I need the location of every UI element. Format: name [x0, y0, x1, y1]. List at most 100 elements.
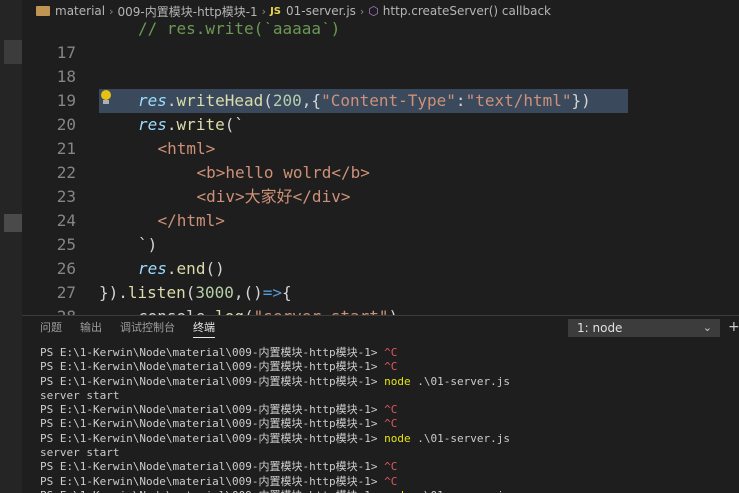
- terminal-prompt: PS E:\1-Kerwin\Node\material\009-内置模块-ht…: [40, 474, 385, 488]
- line-number: 18: [56, 67, 76, 86]
- terminal-line: PS E:\1-Kerwin\Node\material\009-内置模块-ht…: [40, 432, 735, 446]
- code-line[interactable]: 23 <div>大家好</div>: [22, 185, 739, 209]
- terminal-line: server start: [40, 389, 735, 403]
- code-token: <div>大家好</div>: [196, 187, 351, 206]
- code-line[interactable]: 19 res.writeHead(200,{"Content-Type":"tex…: [22, 89, 739, 113]
- code-text: <div>大家好</div>: [197, 185, 351, 209]
- terminal-prompt: server start: [40, 388, 120, 402]
- activity-bar-marker: [4, 40, 22, 64]
- code-line[interactable]: 24 </html>: [22, 209, 739, 233]
- terminal-line: PS E:\1-Kerwin\Node\material\009-内置模块-ht…: [40, 346, 735, 360]
- breadcrumb: material › 009-内置模块-http模块-1 › JS 01-ser…: [22, 0, 739, 22]
- code-token: "server start": [254, 307, 389, 315]
- line-number: 23: [56, 187, 76, 206]
- panel-tab-2[interactable]: 调试控制台: [120, 316, 175, 340]
- breadcrumb-item-folder[interactable]: 009-内置模块-http模块-1: [118, 3, 258, 20]
- code-line[interactable]: 20 res.write(`: [22, 113, 739, 137]
- terminal-prompt: PS E:\1-Kerwin\Node\material\009-内置模块-ht…: [40, 417, 385, 431]
- line-number: 24: [56, 211, 76, 230]
- code-text: </html>: [158, 209, 225, 233]
- code-token: .: [166, 115, 177, 134]
- code-token: res: [138, 115, 167, 134]
- terminal-prompt: PS E:\1-Kerwin\Node\material\009-内置模块-ht…: [40, 489, 384, 493]
- terminal-prompt: PS E:\1-Kerwin\Node\material\009-内置模块-ht…: [40, 374, 385, 388]
- code-line[interactable]: 22 <b>hello wolrd</b>: [22, 161, 739, 185]
- code-text: // res.write(`aaaaa`): [138, 22, 340, 41]
- code-token: }).: [99, 283, 128, 302]
- code-token: (): [205, 259, 225, 278]
- line-number: 26: [56, 259, 76, 278]
- method-cube-icon: ⬡: [368, 4, 379, 18]
- terminal-arg: .\01-server.js: [410, 431, 510, 445]
- terminal-prompt: PS E:\1-Kerwin\Node\material\009-内置模块-ht…: [40, 431, 385, 445]
- bottom-panel: 问题 输出 调试控制台 终端 1: node ⌄ + PS E:\1-Kerwin\N…: [22, 315, 739, 493]
- panel-tab-3[interactable]: 终端: [193, 316, 215, 340]
- code-token: (: [244, 307, 254, 315]
- line-number: 27: [56, 283, 76, 302]
- code-line[interactable]: 17: [22, 41, 739, 65]
- code-token: =>: [262, 283, 283, 302]
- code-token: (: [263, 91, 273, 110]
- code-line[interactable]: 25 `): [22, 233, 739, 257]
- terminal-arg: .\01-server.js: [411, 489, 510, 493]
- code-token: }): [571, 91, 591, 110]
- code-token: listen: [127, 283, 186, 302]
- code-token: end: [176, 259, 206, 278]
- code-text: }).listen(3000,()=>{: [99, 281, 292, 305]
- code-token: :: [455, 91, 466, 110]
- code-text: <html>: [158, 137, 216, 161]
- terminal-line: PS E:\1-Kerwin\Node\material\009-内置模块-ht…: [40, 417, 735, 431]
- breadcrumb-item-symbol[interactable]: http.createServer() callback: [383, 4, 551, 18]
- code-line[interactable]: 26 res.end(): [22, 257, 739, 281]
- code-token: 3000: [195, 283, 234, 302]
- chevron-down-icon: ⌄: [702, 321, 712, 334]
- code-line[interactable]: 21 <html>: [22, 137, 739, 161]
- line-number: 19: [56, 91, 76, 110]
- code-token: `): [138, 235, 158, 254]
- code-token: res: [138, 91, 167, 110]
- terminal-line: PS E:\1-Kerwin\Node\material\009-内置模块-ht…: [40, 403, 735, 417]
- chevron-right-icon: ›: [261, 4, 267, 18]
- terminal-select-value: 1: node: [577, 321, 623, 335]
- code-line[interactable]: 28 console.log("server start"): [22, 305, 739, 315]
- code-token: ,(): [233, 283, 263, 302]
- folder-icon: [36, 6, 50, 16]
- terminal-command: node: [384, 489, 411, 493]
- code-token: .: [166, 91, 177, 110]
- code-token: "text/html": [465, 91, 572, 110]
- terminal-command: ^C: [384, 417, 398, 431]
- code-token: (: [185, 283, 196, 302]
- code-editor[interactable]: // res.write(`aaaaa`) 17 18 19 res.writeHead…: [22, 22, 739, 315]
- terminal-line: server start: [40, 446, 735, 460]
- code-token: <b>hello wolrd</b>: [196, 163, 370, 182]
- code-token: write: [176, 115, 225, 134]
- terminal-select[interactable]: 1: node ⌄: [568, 319, 720, 337]
- code-text: res.writeHead(200,{"Content-Type":"text/…: [138, 89, 591, 113]
- terminal-line: PS E:\1-Kerwin\Node\material\009-内置模块-ht…: [40, 375, 735, 389]
- line-number: 20: [56, 115, 76, 134]
- lightbulb-icon[interactable]: [100, 90, 112, 106]
- terminal-prompt: PS E:\1-Kerwin\Node\material\009-内置模块-ht…: [40, 460, 385, 474]
- line-number: 22: [56, 163, 76, 182]
- terminal-line: PS E:\1-Kerwin\Node\material\009-内置模块-ht…: [40, 475, 735, 489]
- line-number: 25: [56, 235, 76, 254]
- panel-tab-1[interactable]: 输出: [80, 316, 102, 340]
- code-token: </html>: [157, 211, 225, 230]
- terminal-command: ^C: [384, 346, 398, 359]
- terminal-prompt: server start: [40, 446, 120, 460]
- code-token: log: [215, 307, 244, 315]
- code-line[interactable]: 18: [22, 65, 739, 89]
- code-text: <b>hello wolrd</b>: [197, 161, 370, 185]
- code-token: <html>: [157, 139, 216, 158]
- code-line[interactable]: 27 }).listen(3000,()=>{: [22, 281, 739, 305]
- panel-tab-0[interactable]: 问题: [40, 316, 62, 340]
- code-text: console.log("server start"): [138, 305, 398, 315]
- terminal-output[interactable]: PS E:\1-Kerwin\Node\material\009-内置模块-ht…: [40, 346, 735, 493]
- code-line[interactable]: // res.write(`aaaaa`): [22, 22, 739, 41]
- new-terminal-icon[interactable]: +: [728, 319, 739, 335]
- breadcrumb-item-file[interactable]: 01-server.js: [286, 4, 356, 18]
- code-token: ,{: [301, 91, 322, 110]
- chevron-right-icon: ›: [109, 4, 114, 18]
- js-file-icon: JS: [270, 5, 282, 17]
- breadcrumb-item-material[interactable]: material: [55, 4, 105, 18]
